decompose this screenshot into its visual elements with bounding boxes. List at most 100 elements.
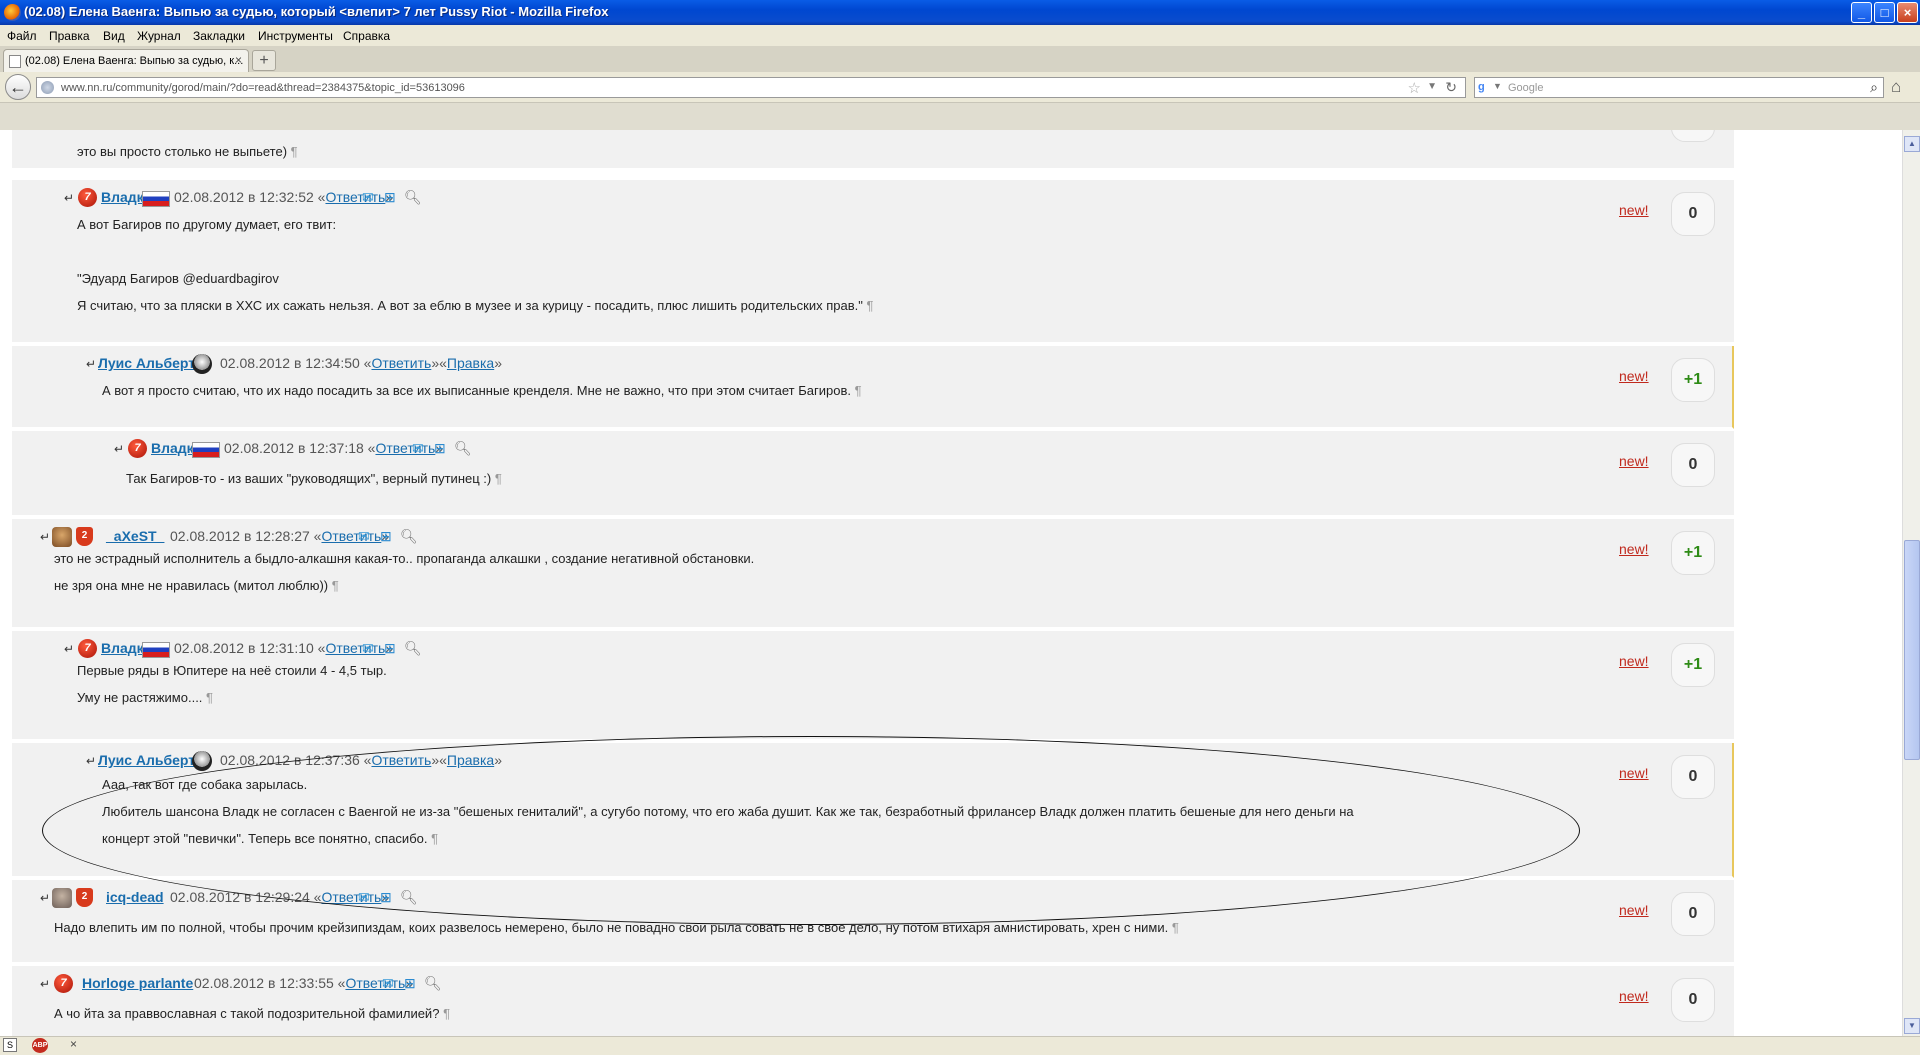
comment: ↵ 7 Владк 02.08.2012 в 12:32:52 «Ответит… xyxy=(12,180,1734,344)
reply-arrow-icon: ↵ xyxy=(86,357,97,371)
mail-icon[interactable]: ✉ xyxy=(382,975,394,992)
new-label[interactable]: new! xyxy=(1619,541,1649,557)
reply-link[interactable]: Ответить xyxy=(375,440,435,456)
comment: это вы просто столько не выпьете) ¶ xyxy=(12,130,1734,170)
back-button[interactable]: ← xyxy=(5,74,31,100)
menu-bookmarks[interactable]: Закладки xyxy=(193,29,245,43)
rating-badge[interactable]: 0 xyxy=(1671,892,1715,936)
gift-icon[interactable]: ⊞ xyxy=(434,440,446,457)
scroll-down-icon[interactable]: ▼ xyxy=(1904,1018,1920,1034)
search-icon[interactable]: ⌕ xyxy=(1870,79,1878,96)
magnifier-icon[interactable]: 🔍︎ xyxy=(400,889,418,906)
mail-icon[interactable]: ✉ xyxy=(362,189,374,206)
rating-badge[interactable] xyxy=(1671,130,1715,142)
comment: ↵ Луис Альберто 02.08.2012 в 12:34:50 «О… xyxy=(12,346,1734,429)
magnifier-icon[interactable]: 🔍︎ xyxy=(404,640,422,657)
reply-arrow-icon: ↵ xyxy=(64,191,75,205)
google-icon[interactable]: g xyxy=(1478,81,1485,93)
menu-view[interactable]: Вид xyxy=(103,29,125,43)
title-bar: (02.08) Елена Ваенга: Выпью за судью, ко… xyxy=(0,0,1920,25)
gift-icon[interactable]: ⊞ xyxy=(404,975,416,992)
rating-badge[interactable]: +1 xyxy=(1671,358,1715,402)
scroll-up-icon[interactable]: ▲ xyxy=(1904,136,1920,152)
menu-tools[interactable]: Инструменты xyxy=(258,29,333,43)
search-input[interactable]: g ▼ Google ⌕ xyxy=(1474,77,1884,98)
menu-file[interactable]: Файл xyxy=(7,29,37,43)
gift-icon[interactable]: ⊞ xyxy=(380,528,392,545)
comment-date: 02.08.2012 в 12:29:24 «Ответить» xyxy=(170,889,390,905)
user-link[interactable]: _aXeST_ xyxy=(106,528,164,544)
mail-icon[interactable]: ✉ xyxy=(362,640,374,657)
level-badge-icon: 7 xyxy=(78,188,97,207)
comment: ↵ 2 _aXeST_ 02.08.2012 в 12:28:27 «Ответ… xyxy=(12,519,1734,629)
window-title: (02.08) Елена Ваенга: Выпью за судью, ко… xyxy=(24,4,609,19)
new-label[interactable]: new! xyxy=(1619,653,1649,669)
vertical-scrollbar[interactable]: ▲ ▼ xyxy=(1902,130,1920,1036)
new-label[interactable]: new! xyxy=(1619,988,1649,1004)
user-link[interactable]: Луис Альберто xyxy=(98,355,204,371)
mail-icon[interactable]: ✉ xyxy=(412,440,424,457)
comment-date: 02.08.2012 в 12:37:18 «Ответить» xyxy=(224,440,444,456)
new-label[interactable]: new! xyxy=(1619,202,1649,218)
user-link[interactable]: Владк xyxy=(151,440,194,456)
gift-icon[interactable]: ⊞ xyxy=(380,889,392,906)
magnifier-icon[interactable]: 🔍︎ xyxy=(424,975,442,992)
user-link[interactable]: Владк xyxy=(101,640,144,656)
comment-text: А чо йта за праввославная с такой подозр… xyxy=(54,1006,451,1021)
magnifier-icon[interactable]: 🔍︎ xyxy=(404,189,422,206)
new-label[interactable]: new! xyxy=(1619,453,1649,469)
reply-arrow-icon: ↵ xyxy=(86,754,97,768)
gift-icon[interactable]: ⊞ xyxy=(384,640,396,657)
new-label[interactable]: new! xyxy=(1619,368,1649,384)
tab-active[interactable]: (02.08) Елена Ваенга: Выпью за судью, к.… xyxy=(3,49,249,72)
user-link[interactable]: icq-dead xyxy=(106,889,164,905)
rating-badge[interactable]: 0 xyxy=(1671,755,1715,799)
magnifier-icon[interactable]: 🔍︎ xyxy=(454,440,472,457)
bookmark-star-icon[interactable]: ☆ xyxy=(1408,79,1421,97)
rating-badge[interactable]: 0 xyxy=(1671,192,1715,236)
magnifier-icon[interactable]: 🔍︎ xyxy=(400,528,418,545)
reply-arrow-icon: ↵ xyxy=(114,442,125,456)
new-tab-button[interactable]: + xyxy=(252,50,276,71)
url-field[interactable]: www.nn.ru/community/gorod/main/?do=read&… xyxy=(36,77,1466,98)
skull-avatar-icon xyxy=(192,751,212,771)
reply-link[interactable]: Ответить xyxy=(371,752,431,768)
comment-text: А вот Багиров по другому думает, его тви… xyxy=(77,217,874,313)
scroll-thumb[interactable] xyxy=(1904,540,1920,760)
maximize-button[interactable]: □ xyxy=(1874,2,1895,23)
rating-badge[interactable]: 0 xyxy=(1671,443,1715,487)
mail-icon[interactable]: ✉ xyxy=(358,528,370,545)
user-link[interactable]: Владк xyxy=(101,189,144,205)
reply-link[interactable]: Ответить xyxy=(325,640,385,656)
user-link[interactable]: Horloge parlante xyxy=(82,975,193,991)
reply-link[interactable]: Ответить xyxy=(321,889,381,905)
comment-text: Надо влепить им по полной, чтобы прочим … xyxy=(54,920,1179,935)
rating-badge[interactable]: +1 xyxy=(1671,531,1715,575)
adblock-icon[interactable]: ABP xyxy=(32,1038,48,1053)
rating-badge[interactable]: 0 xyxy=(1671,978,1715,1022)
mail-icon[interactable]: ✉ xyxy=(358,889,370,906)
rating-badge[interactable]: +1 xyxy=(1671,643,1715,687)
minimize-button[interactable]: _ xyxy=(1851,2,1872,23)
chevron-down-icon[interactable]: ▼ xyxy=(1493,81,1502,91)
menu-history[interactable]: Журнал xyxy=(137,29,181,43)
menu-edit[interactable]: Правка xyxy=(49,29,90,43)
new-label[interactable]: new! xyxy=(1619,765,1649,781)
chevron-down-icon[interactable]: ▼ xyxy=(1427,81,1437,92)
reply-link[interactable]: Ответить xyxy=(325,189,385,205)
new-label[interactable]: new! xyxy=(1619,902,1649,918)
edit-link[interactable]: Правка xyxy=(447,355,494,371)
reload-icon[interactable]: ↻ xyxy=(1445,79,1457,96)
home-icon[interactable]: ⌂ xyxy=(1891,77,1901,97)
reply-link[interactable]: Ответить xyxy=(345,975,405,991)
gift-icon[interactable]: ⊞ xyxy=(384,189,396,206)
edit-link[interactable]: Правка xyxy=(447,752,494,768)
reply-link[interactable]: Ответить xyxy=(321,528,381,544)
close-button[interactable]: × xyxy=(1897,2,1918,23)
user-link[interactable]: Луис Альберто xyxy=(98,752,204,768)
reply-link[interactable]: Ответить xyxy=(371,355,431,371)
tab-close-icon[interactable]: × xyxy=(235,53,242,67)
close-addon-bar-icon[interactable]: × xyxy=(70,1037,77,1051)
addon-bar-icon[interactable]: S xyxy=(3,1038,17,1052)
menu-help[interactable]: Справка xyxy=(343,29,390,43)
